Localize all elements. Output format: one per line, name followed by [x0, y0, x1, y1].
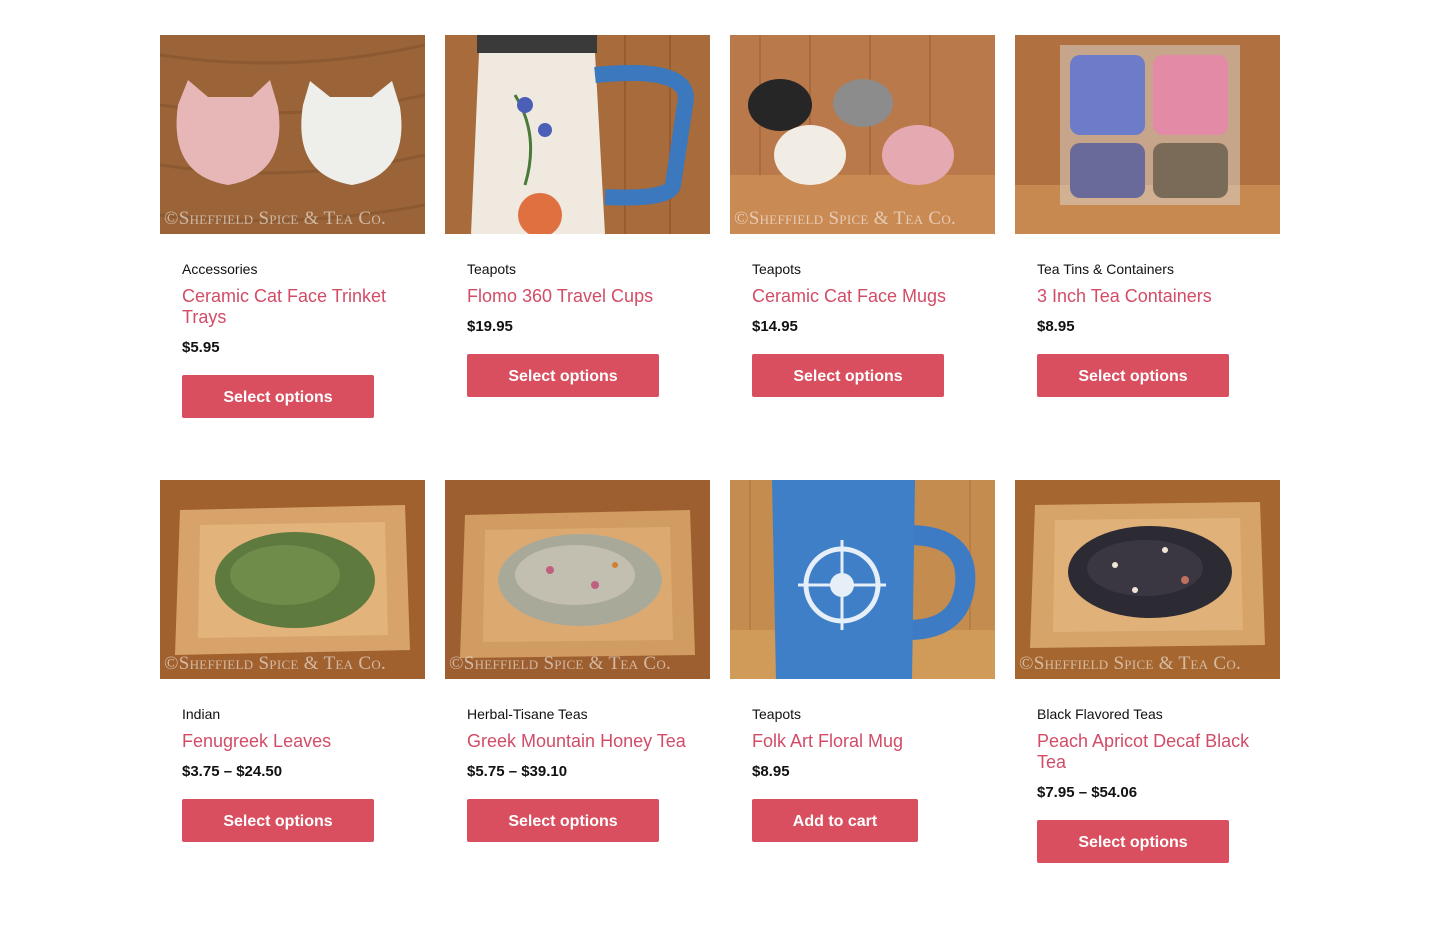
product-category: Herbal-Tisane Teas — [467, 706, 588, 722]
product-category: Teapots — [752, 706, 802, 722]
product-image[interactable] — [445, 35, 710, 234]
product-price: $5.95 — [182, 339, 220, 356]
product-image[interactable]: ©Sheffield Spice & Tea Co. — [160, 35, 425, 234]
product-category: Teapots — [467, 261, 517, 277]
watermark: ©Sheffield Spice & Tea Co. — [164, 208, 387, 229]
product-image[interactable] — [730, 480, 995, 679]
product-grid: ©Sheffield Spice & Tea Co. Accessories C… — [160, 35, 1280, 925]
product-card: ©Sheffield Spice & Tea Co. Black Flavore… — [1015, 480, 1280, 925]
product-title-link[interactable]: Ceramic Cat Face Trinket Trays — [182, 286, 403, 328]
product-image[interactable]: ©Sheffield Spice & Tea Co. — [1015, 480, 1280, 679]
select-options-button[interactable]: Select options — [1037, 820, 1229, 863]
product-category: Accessories — [182, 261, 258, 277]
product-card: ©Sheffield Spice & Tea Co. Herbal-Tisane… — [445, 480, 710, 925]
select-options-button[interactable]: Select options — [752, 354, 944, 397]
select-options-button[interactable]: Select options — [182, 375, 374, 418]
watermark: ©Sheffield Spice & Tea Co. — [449, 653, 672, 674]
product-title-link[interactable]: 3 Inch Tea Containers — [1037, 286, 1258, 307]
product-category: Black Flavored Teas — [1037, 706, 1163, 722]
add-to-cart-button[interactable]: Add to cart — [752, 799, 918, 842]
product-title-link[interactable]: Fenugreek Leaves — [182, 731, 403, 752]
select-options-button[interactable]: Select options — [467, 799, 659, 842]
product-image[interactable]: ©Sheffield Spice & Tea Co. — [160, 480, 425, 679]
product-category: Teapots — [752, 261, 802, 277]
product-category: Tea Tins & Containers — [1037, 261, 1174, 277]
product-card: Teapots Folk Art Floral Mug $8.95 Add to… — [730, 480, 995, 925]
watermark: ©Sheffield Spice & Tea Co. — [734, 208, 957, 229]
watermark: ©Sheffield Spice & Tea Co. — [164, 653, 387, 674]
product-card: ©Sheffield Spice & Tea Co. Accessories C… — [160, 35, 425, 480]
product-price: $8.95 — [752, 763, 790, 780]
product-price: $7.95 – $54.06 — [1037, 784, 1138, 801]
product-title-link[interactable]: Ceramic Cat Face Mugs — [752, 286, 973, 307]
product-price: $8.95 — [1037, 318, 1075, 335]
product-title-link[interactable]: Folk Art Floral Mug — [752, 731, 973, 752]
product-price: $14.95 — [752, 318, 798, 335]
product-card: Teapots Flomo 360 Travel Cups $19.95 Sel… — [445, 35, 710, 480]
product-image[interactable]: ©Sheffield Spice & Tea Co. — [445, 480, 710, 679]
product-card: ©Sheffield Spice & Tea Co. Teapots Ceram… — [730, 35, 995, 480]
product-price: $5.75 – $39.10 — [467, 763, 568, 780]
select-options-button[interactable]: Select options — [467, 354, 659, 397]
product-title-link[interactable]: Flomo 360 Travel Cups — [467, 286, 688, 307]
product-price: $19.95 — [467, 318, 513, 335]
watermark: ©Sheffield Spice & Tea Co. — [1019, 653, 1242, 674]
product-image[interactable]: ©Sheffield Spice & Tea Co. — [730, 35, 995, 234]
product-title-link[interactable]: Peach Apricot Decaf Black Tea — [1037, 731, 1258, 773]
product-title-link[interactable]: Greek Mountain Honey Tea — [467, 731, 688, 752]
product-card: Tea Tins & Containers 3 Inch Tea Contain… — [1015, 35, 1280, 480]
select-options-button[interactable]: Select options — [1037, 354, 1229, 397]
product-image[interactable] — [1015, 35, 1280, 234]
product-card: ©Sheffield Spice & Tea Co. Indian Fenugr… — [160, 480, 425, 925]
product-price: $3.75 – $24.50 — [182, 763, 283, 780]
product-category: Indian — [182, 706, 221, 722]
select-options-button[interactable]: Select options — [182, 799, 374, 842]
